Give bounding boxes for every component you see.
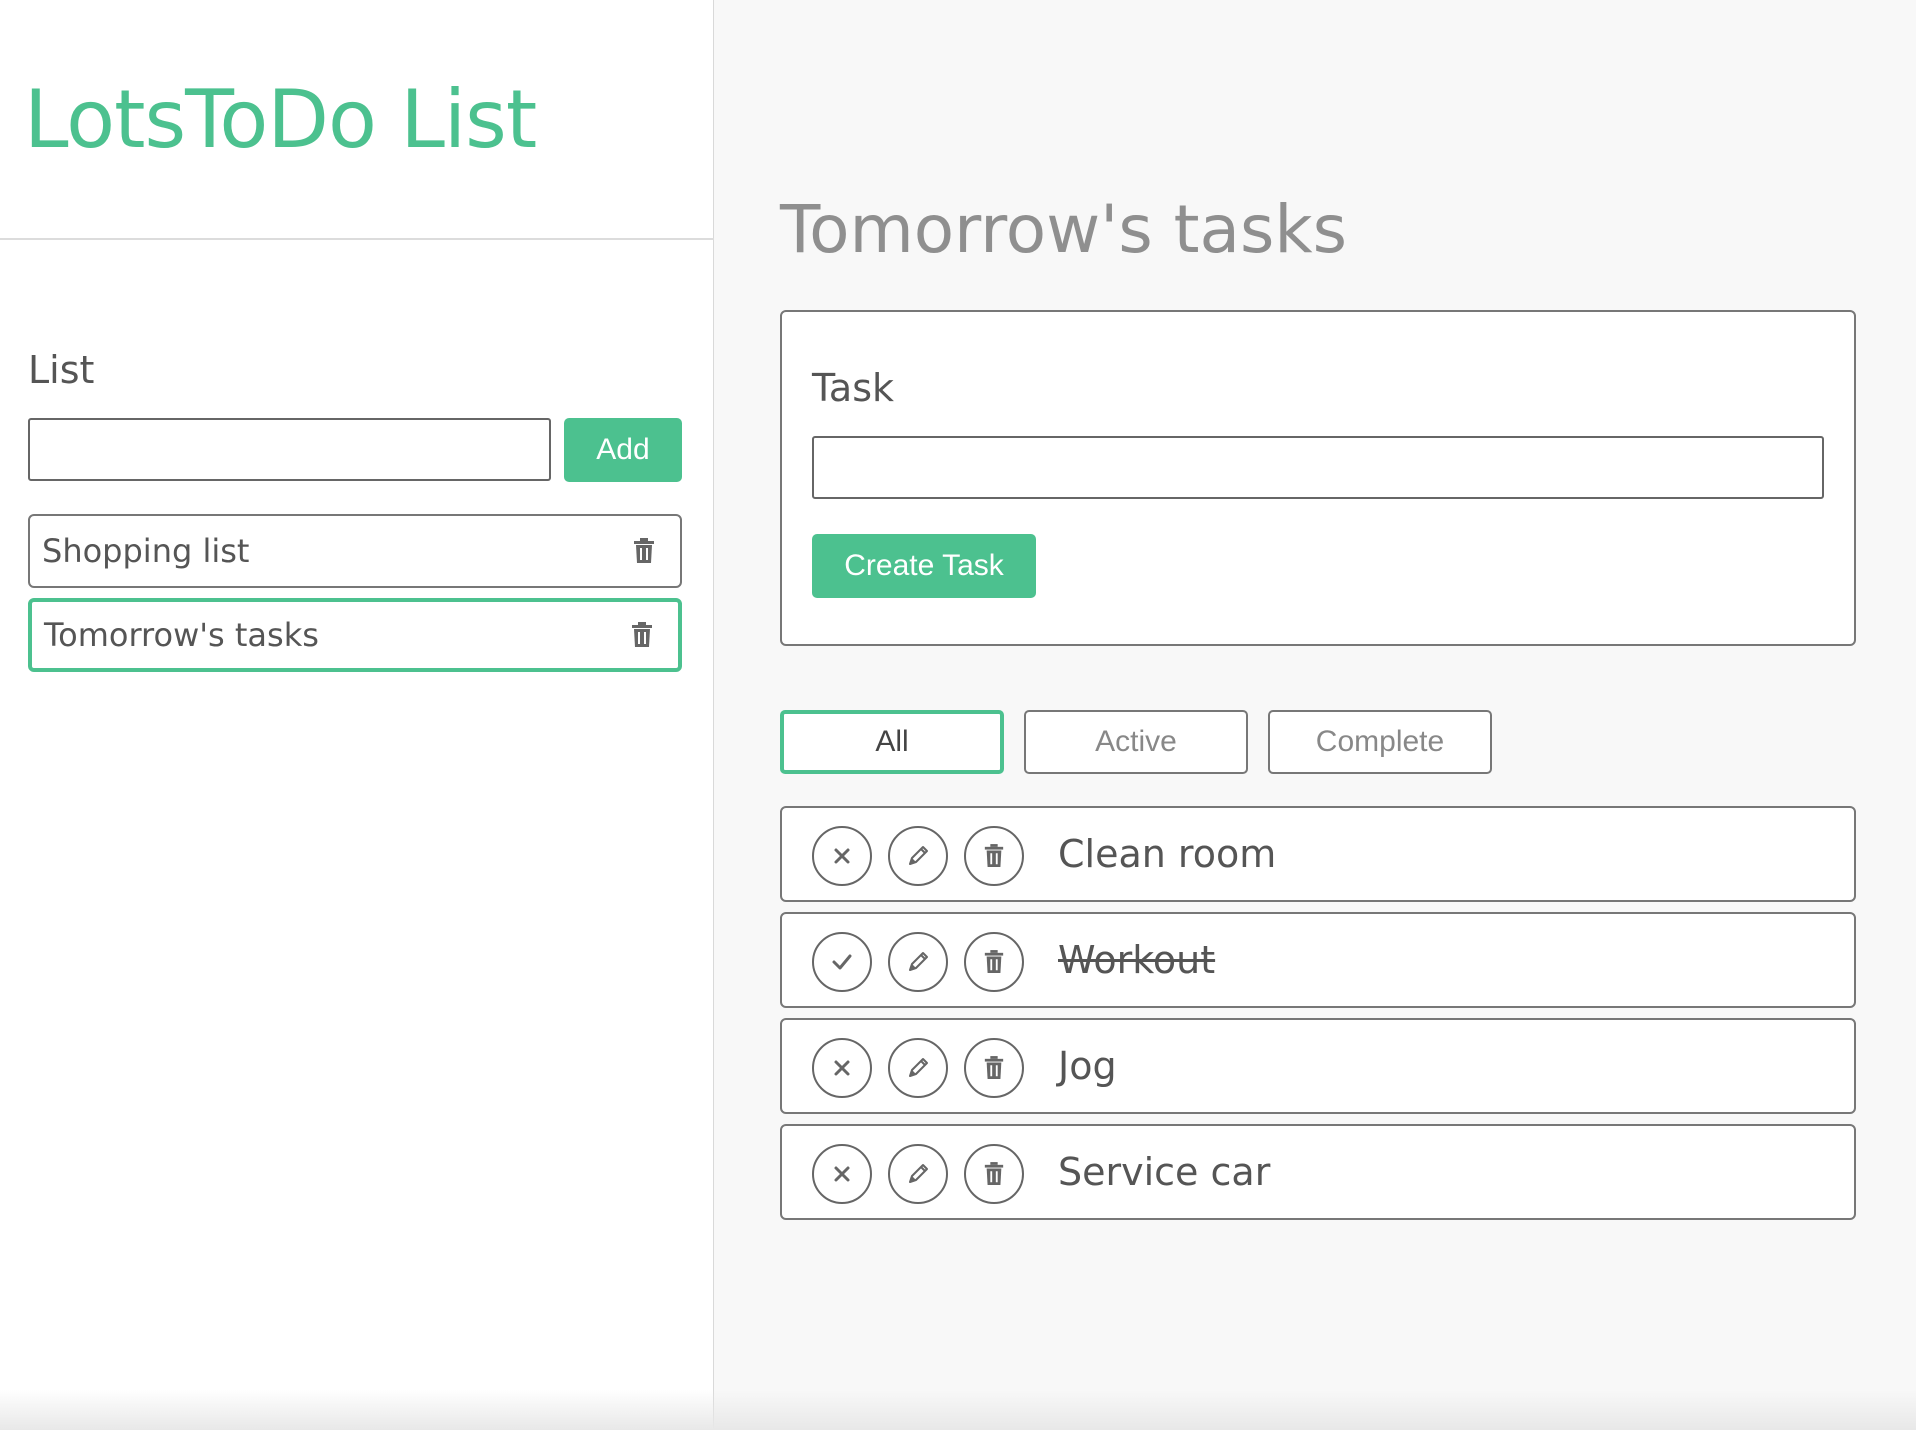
edit-task-button[interactable] [888, 1144, 948, 1204]
trash-icon [984, 1056, 1004, 1079]
toggle-complete-button[interactable] [812, 1038, 872, 1098]
task-form-card: Task Create Task [780, 310, 1856, 646]
pencil-icon [909, 846, 928, 865]
delete-task-button[interactable] [964, 1144, 1024, 1204]
toggle-complete-button[interactable] [812, 826, 872, 886]
delete-task-button[interactable] [964, 826, 1024, 886]
list-label: List [28, 348, 95, 392]
trash-icon[interactable] [632, 538, 656, 564]
edit-task-button[interactable] [888, 826, 948, 886]
task-input[interactable] [812, 436, 1824, 499]
pencil-icon [909, 1058, 928, 1077]
trash-icon [984, 950, 1004, 973]
list-item-label: Tomorrow's tasks [44, 616, 319, 654]
filter-complete-button[interactable]: Complete [1268, 710, 1492, 774]
trash-icon [984, 844, 1004, 867]
trash-icon [984, 1162, 1004, 1185]
task-text: Jog [1058, 1044, 1117, 1088]
list-item-shopping-list[interactable]: Shopping list [28, 514, 682, 588]
filter-active-button[interactable]: Active [1024, 710, 1248, 774]
app-title: LotsToDo List [24, 73, 537, 166]
x-icon [834, 848, 850, 864]
list-item-label: Shopping list [42, 532, 250, 570]
toggle-complete-button[interactable] [812, 932, 872, 992]
x-icon [834, 1060, 850, 1076]
task-label: Task [812, 366, 895, 410]
task-row: Clean room [780, 806, 1856, 902]
list-name-input[interactable] [28, 418, 551, 481]
edit-task-button[interactable] [888, 1038, 948, 1098]
task-row: Jog [780, 1018, 1856, 1114]
delete-task-button[interactable] [964, 1038, 1024, 1098]
pencil-icon [909, 952, 928, 971]
toggle-complete-button[interactable] [812, 1144, 872, 1204]
add-list-button[interactable]: Add [564, 418, 682, 482]
pencil-icon [909, 1164, 928, 1183]
filter-all-button[interactable]: All [780, 710, 1004, 774]
sidebar-divider [0, 238, 714, 240]
list-item-tomorrows-tasks[interactable]: Tomorrow's tasks [28, 598, 682, 672]
task-row: Service car [780, 1124, 1856, 1220]
task-text: Service car [1058, 1150, 1271, 1194]
create-task-button[interactable]: Create Task [812, 534, 1036, 598]
main-panel: Tomorrow's tasks Task Create Task All Ac… [714, 0, 1916, 1430]
task-row: Workout [780, 912, 1856, 1008]
x-icon [834, 1166, 850, 1182]
page-title: Tomorrow's tasks [780, 191, 1347, 268]
check-icon [832, 954, 852, 970]
edit-task-button[interactable] [888, 932, 948, 992]
sidebar: LotsToDo List List Add Shopping list Tom… [0, 0, 714, 1430]
task-text: Workout [1058, 938, 1216, 982]
trash-icon[interactable] [630, 622, 654, 648]
delete-task-button[interactable] [964, 932, 1024, 992]
task-text: Clean room [1058, 832, 1277, 876]
